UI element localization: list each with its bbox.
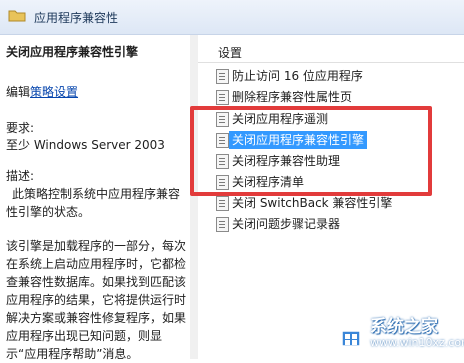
description-paragraph-1: 此策略控制系统中应用程序兼容性引擎的状态。 [6,187,181,219]
setting-item[interactable]: 删除程序兼容性属性页 [216,88,462,106]
watermark-brand: 系统之家 [370,317,438,337]
setting-label: 关闭问题步骤记录器 [232,217,341,231]
policy-setting-icon [216,196,229,211]
setting-item[interactable]: 关闭问题步骤记录器 [216,215,462,233]
policy-setting-icon [216,90,229,105]
policy-setting-icon [216,217,229,232]
setting-item[interactable]: 关闭 SwitchBack 兼容性引擎 [216,194,462,212]
requirements-label: 要求: [6,121,35,135]
description-label: 描述: [6,169,35,183]
settings-list-pane: 设置 防止访问 16 位应用程序 删除程序兼容性属性页 关闭应用程序遥测 关闭应… [198,35,464,359]
requirements-value: 至少 Windows Server 2003 [6,138,165,152]
edit-prefix: 编辑 [6,85,31,99]
house-logo-icon [336,319,366,347]
policy-title: 关闭应用程序兼容性引擎 [6,45,139,59]
edit-policy-line: 编辑策略设置 [6,83,78,101]
settings-column-header[interactable]: 设置 [218,44,242,61]
watermark-url: www.win10xz.com [370,336,464,349]
category-title: 应用程序兼容性 [34,11,119,25]
policy-setting-icon [216,69,229,84]
setting-item[interactable]: 防止访问 16 位应用程序 [216,67,462,85]
header-divider [198,62,464,63]
setting-label: 删除程序兼容性属性页 [232,90,353,104]
folder-icon [8,10,26,22]
category-header: 应用程序兼容性 [0,0,464,35]
description-pane: 关闭应用程序兼容性引擎 编辑策略设置 要求: 至少 Windows Server… [0,35,198,361]
setting-label: 防止访问 16 位应用程序 [232,69,363,83]
description-paragraph-2: 该引擎是加载程序的一部分，每次在系统上启动应用程序时，它都检查兼容性数据库。如果… [6,239,187,361]
annotation-highlight-box [190,106,432,196]
pane-splitter[interactable] [190,35,198,359]
watermark: 系统之家 www.win10xz.com [330,312,464,359]
setting-label: 关闭 SwitchBack 兼容性引擎 [232,196,393,210]
policy-settings-link[interactable]: 策略设置 [30,85,78,99]
